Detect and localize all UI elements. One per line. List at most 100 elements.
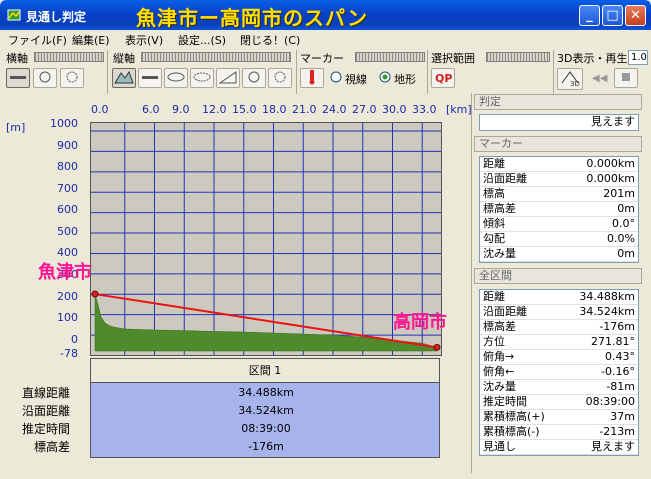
marker-info-box: 距離 0.000km 沿面距離 0.000km 標高 201m 標高差 0m 傾斜 0.0° 勾配 0… xyxy=(479,156,639,263)
section-value-surface: 34.524km xyxy=(238,404,294,417)
all-value: -213m xyxy=(599,425,635,438)
section-label-time: 推定時間 xyxy=(22,422,71,436)
all-key: 距離 xyxy=(483,290,505,303)
all-key: 俯角← xyxy=(483,365,515,378)
h-flat-button[interactable] xyxy=(6,68,30,88)
end-city-label: 高岡市 xyxy=(393,312,447,333)
marker-row: 勾配 0.0% xyxy=(480,232,638,247)
judge-value: 見えます xyxy=(591,115,635,128)
start-city-label: 魚津市 xyxy=(38,262,92,283)
x-unit-label: [km] xyxy=(446,103,472,116)
marker-value: 201m xyxy=(603,187,635,200)
all-value: -0.16° xyxy=(601,365,635,378)
all-section-header: 全区間 xyxy=(474,268,642,284)
menu-edit[interactable]: 編集(E) xyxy=(72,32,110,48)
minimize-button[interactable]: _ xyxy=(579,5,600,26)
menu-view[interactable]: 表示(V) xyxy=(125,32,163,48)
all-key: 累積標高(+) xyxy=(483,410,545,423)
sentaku-label: 選択範囲 xyxy=(431,52,475,65)
svg-text:QP: QP xyxy=(435,72,452,85)
x-tick-label: 21.0 xyxy=(292,103,317,116)
all-key: 推定時間 xyxy=(483,395,527,408)
x-tick-label: 18.0 xyxy=(262,103,287,116)
y-tick-label: 900 xyxy=(57,139,78,152)
menu-file[interactable]: ファイル(F) xyxy=(8,32,67,48)
h-zoom-button[interactable] xyxy=(33,68,57,88)
select-range-button[interactable]: QP xyxy=(431,68,455,88)
profile-plot[interactable] xyxy=(90,122,442,356)
all-value: 0.43° xyxy=(605,350,635,363)
toolbar-separator xyxy=(553,50,554,94)
terrain-view-button[interactable] xyxy=(112,68,136,88)
section-label-elevdiff: 標高差 xyxy=(34,440,71,454)
menu-settings[interactable]: 設定...(S) xyxy=(178,32,226,48)
overlay-title: 魚津市ー高岡市のスパン xyxy=(136,6,368,30)
v-ellipse-button[interactable] xyxy=(164,68,188,88)
all-row: 距離 34.488km xyxy=(480,290,638,305)
panel-divider[interactable] xyxy=(471,93,472,473)
view3d-speed-input[interactable]: 1.0 xyxy=(628,50,648,65)
view3d-button[interactable]: 3D xyxy=(557,68,583,90)
radio-terrain-icon[interactable] xyxy=(379,71,391,86)
marker-row: 沿面距離 0.000km xyxy=(480,172,638,187)
menu-close[interactable]: 閉じる！(C) xyxy=(240,32,300,48)
all-key: 俯角→ xyxy=(483,350,515,363)
sentaku-slider[interactable] xyxy=(486,52,550,62)
app-icon xyxy=(6,7,22,23)
all-key: 沿面距離 xyxy=(483,305,527,318)
marker-key: 距離 xyxy=(483,157,505,170)
section-header[interactable]: 区間 1 xyxy=(90,358,440,383)
all-row: 俯角← -0.16° xyxy=(480,365,638,380)
v-ellipse-dashed-button[interactable] xyxy=(190,68,214,88)
yokojiku-label: 横軸 xyxy=(6,52,28,65)
y-tick-label: 600 xyxy=(57,203,78,216)
v-zoom-fit-button[interactable] xyxy=(268,68,292,88)
all-value: 37m xyxy=(610,410,635,423)
marker-key: 沿面距離 xyxy=(483,172,527,185)
judge-header: 判定 xyxy=(474,94,642,110)
rewind-icon[interactable]: ◀◀ xyxy=(592,73,607,84)
section-label-straight: 直線距離 xyxy=(22,386,71,400)
all-row: 沿面距離 34.524km xyxy=(480,305,638,320)
y-tick-label: -78 xyxy=(60,347,78,360)
marker-row: 距離 0.000km xyxy=(480,157,638,172)
toolbar-separator xyxy=(107,50,108,94)
tatejiku-slider[interactable] xyxy=(141,52,291,62)
profile-chart xyxy=(91,123,441,355)
yokojiku-slider[interactable] xyxy=(34,52,104,62)
y-tick-label: 0 xyxy=(71,333,78,346)
stop-button[interactable] xyxy=(614,68,638,88)
end-marker xyxy=(433,343,441,351)
marker-value: 0.000km xyxy=(586,172,635,185)
start-marker xyxy=(91,290,99,298)
maximize-button[interactable]: □ xyxy=(602,5,623,26)
marker-slider[interactable] xyxy=(355,52,425,62)
all-value: 34.488km xyxy=(579,290,635,303)
marker-value: 0.0% xyxy=(607,232,635,245)
all-row: 累積標高(+) 37m xyxy=(480,410,638,425)
radio-sightline-label: 視線 xyxy=(345,73,367,86)
marker-row: 標高 201m xyxy=(480,187,638,202)
marker-value: 0.000km xyxy=(586,157,635,170)
radio-terrain-label: 地形 xyxy=(394,73,416,86)
all-value: 08:39:00 xyxy=(585,395,635,408)
h-zoom-fit-button[interactable] xyxy=(60,68,84,88)
v-flat-button[interactable] xyxy=(138,68,162,88)
all-value: -176m xyxy=(599,320,635,333)
v-zoom-button[interactable] xyxy=(242,68,266,88)
x-tick-label: 6.0 xyxy=(142,103,160,116)
all-value: 見えます xyxy=(591,440,635,453)
section-label-surface: 沿面距離 xyxy=(22,404,71,418)
close-button[interactable]: ✕ xyxy=(625,5,646,26)
x-tick-label: 30.0 xyxy=(382,103,407,116)
marker-key: 標高差 xyxy=(483,202,516,215)
x-tick-label: 9.0 xyxy=(172,103,190,116)
toolbar-separator xyxy=(296,50,297,94)
slope-button[interactable] xyxy=(216,68,240,88)
all-row: 方位 271.81° xyxy=(480,335,638,350)
x-tick-label: 15.0 xyxy=(232,103,257,116)
radio-sightline-icon[interactable] xyxy=(330,71,342,86)
marker-pin-button[interactable] xyxy=(300,68,324,88)
marker-row: 傾斜 0.0° xyxy=(480,217,638,232)
all-row: 見通し 見えます xyxy=(480,440,638,455)
